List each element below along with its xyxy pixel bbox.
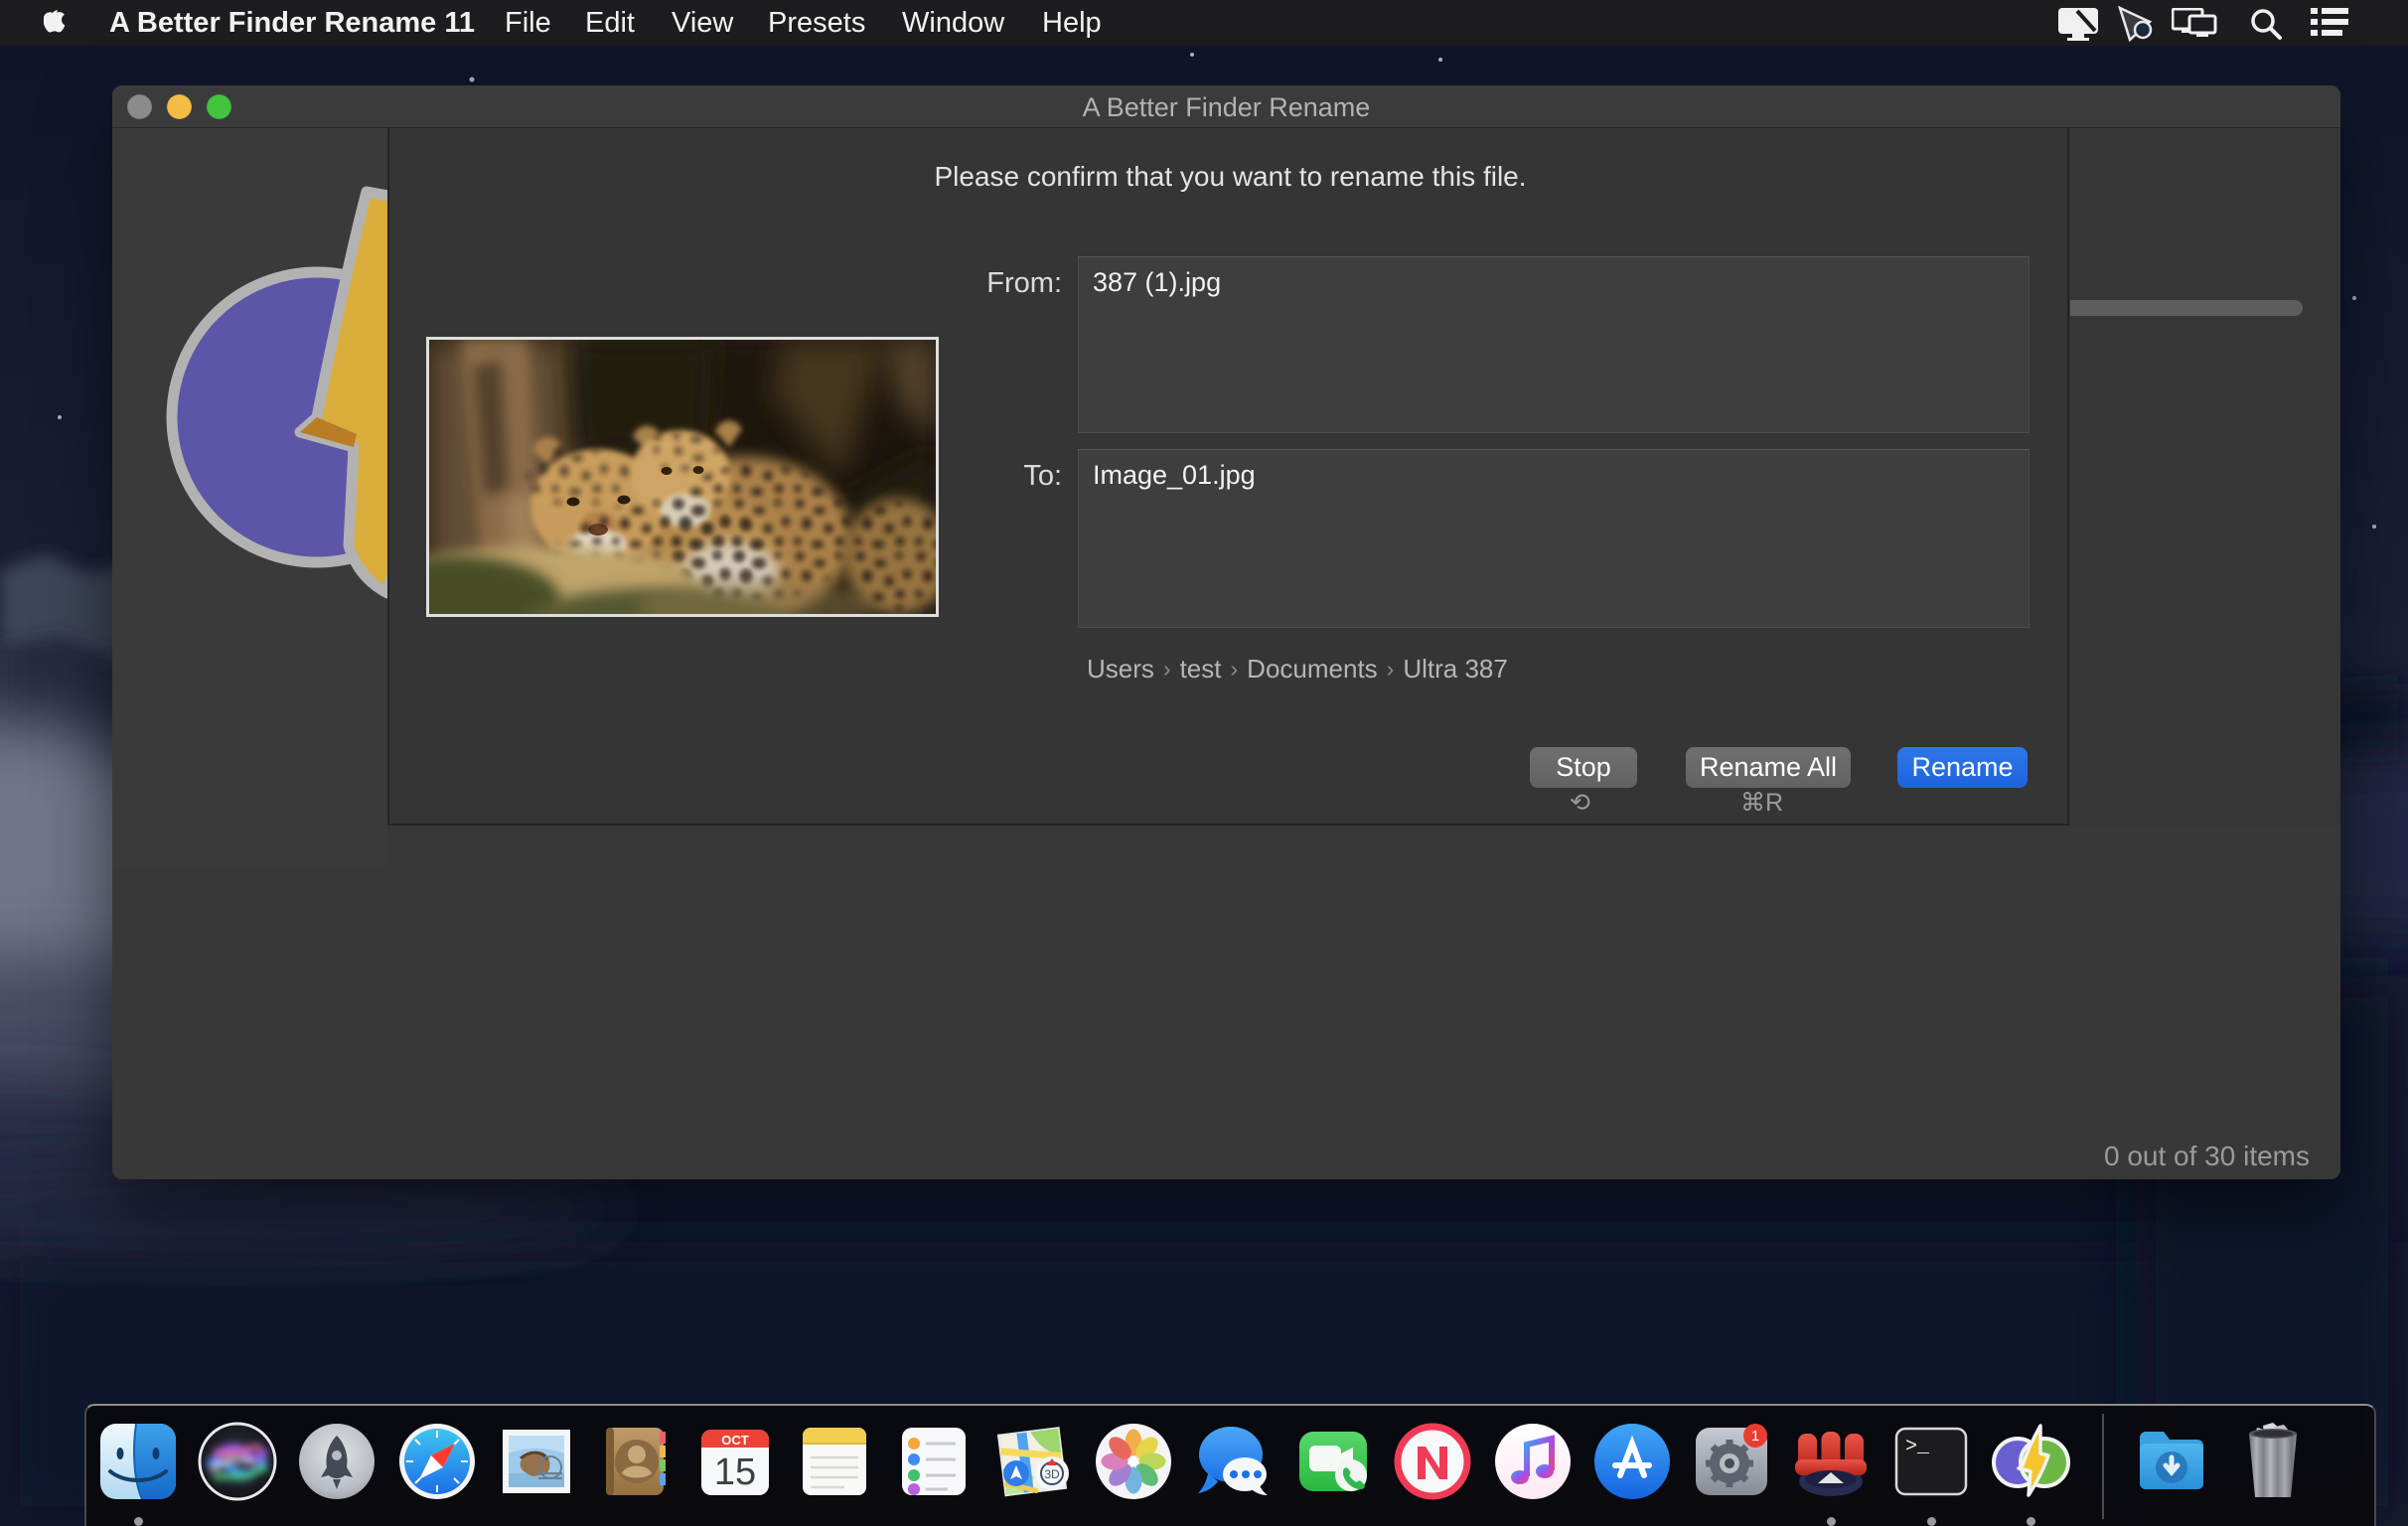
- svg-text:OCT: OCT: [721, 1433, 749, 1448]
- svg-text:1: 1: [1751, 1428, 1759, 1445]
- svg-text:15: 15: [714, 1451, 756, 1493]
- svg-text:3D: 3D: [1044, 1467, 1060, 1481]
- svg-text:>_: >_: [1905, 1436, 1930, 1458]
